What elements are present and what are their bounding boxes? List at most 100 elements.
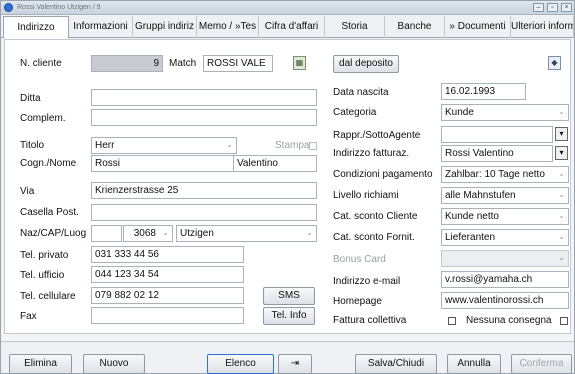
tel-info-button[interactable]: Tel. Info: [263, 307, 315, 325]
tel-ufficio-field[interactable]: 044 123 34 54: [91, 266, 244, 283]
sconto-cliente-label: Cat. sconto Cliente: [333, 211, 418, 222]
via-field[interactable]: Krienzerstrasse 25: [91, 182, 317, 199]
address-form: N. cliente 9 Match ROSSI VALE ▦ Ditta Co…: [4, 39, 571, 334]
rappr-sottoagente-label: Rappr./SottoAgente: [333, 130, 421, 141]
homepage-label: Homepage: [333, 296, 382, 307]
map-icon[interactable]: ▦: [293, 56, 306, 70]
luogo-select[interactable]: Utzigen ⌄: [176, 225, 317, 242]
tab-gruppi-indirizzi[interactable]: Gruppi indiriz: [133, 16, 197, 38]
categoria-select[interactable]: Kunde ⌄: [441, 104, 569, 121]
title-bar[interactable]: Rossi Valentino Utzigen / 9 – ▫ ×: [1, 1, 574, 15]
tab-storia[interactable]: Storia: [325, 16, 385, 38]
cap-select[interactable]: 3068 ⌄: [123, 225, 173, 242]
data-nascita-field[interactable]: 16.02.1993: [441, 83, 526, 100]
nome-field[interactable]: Valentino: [233, 155, 317, 172]
n-cliente-label: N. cliente: [20, 58, 62, 69]
tab-banche[interactable]: Banche: [385, 16, 445, 38]
chevron-down-icon: ⌄: [558, 171, 565, 178]
sconto-fornitore-value: Lieferanten: [445, 232, 496, 243]
luogo-value: Utzigen: [180, 228, 214, 239]
dal-deposito-button[interactable]: dal deposito: [333, 55, 399, 73]
tel-cellulare-field[interactable]: 079 882 02 12: [91, 287, 244, 304]
sconto-cliente-select[interactable]: Kunde netto ⌄: [441, 208, 569, 225]
fax-field[interactable]: [91, 307, 244, 324]
chevron-down-icon: ⌄: [558, 255, 565, 262]
dropdown-box-icon[interactable]: ▾: [555, 146, 568, 160]
cap-value: 3068: [133, 228, 156, 239]
nazione-field[interactable]: [91, 225, 122, 242]
dropdown-box-icon[interactable]: ▾: [555, 127, 568, 141]
email-field[interactable]: v.rossi@yamaha.ch: [441, 271, 569, 288]
sconto-fornitore-label: Cat. sconto Fornit.: [333, 232, 415, 243]
stampa-checkbox[interactable]: [309, 142, 317, 150]
tab-indirizzo[interactable]: Indirizzo: [3, 16, 69, 39]
chevron-down-icon: ⌄: [226, 142, 233, 149]
application-window: Rossi Valentino Utzigen / 9 – ▫ × Indiri…: [0, 0, 575, 374]
bonus-card-select[interactable]: ⌄: [441, 250, 569, 267]
tel-privato-field[interactable]: 031 333 44 56: [91, 246, 244, 263]
tag-icon[interactable]: ◆: [548, 56, 561, 70]
elimina-button[interactable]: Elimina: [9, 354, 72, 374]
sconto-fornitore-select[interactable]: Lieferanten ⌄: [441, 229, 569, 246]
chevron-down-icon: ⌄: [306, 230, 313, 237]
livello-richiami-value: alle Mahnstufen: [445, 190, 516, 201]
nessuna-consegna-checkbox[interactable]: [560, 317, 568, 325]
fax-label: Fax: [20, 311, 37, 322]
tab-ulteriori-informazioni[interactable]: Ulteriori inform: [511, 16, 574, 38]
n-cliente-field[interactable]: 9: [91, 55, 163, 72]
cognome-nome-label: Cogn./Nome: [20, 158, 77, 169]
ditta-field[interactable]: [91, 89, 317, 106]
pin-button[interactable]: ⇥: [278, 354, 312, 374]
elenco-button[interactable]: Elenco: [207, 354, 274, 374]
sconto-cliente-value: Kunde netto: [445, 211, 499, 222]
complem-label: Complem.: [20, 113, 66, 124]
titolo-label: Titolo: [20, 140, 45, 151]
salva-chiudi-button[interactable]: Salva/Chiudi: [355, 354, 437, 374]
indirizzo-fatturazione-label: Indirizzo fatturaz.: [333, 148, 410, 159]
chevron-down-icon: ⌄: [162, 230, 169, 237]
condizioni-pagamento-select[interactable]: Zahlbar: 10 Tage netto ⌄: [441, 166, 569, 183]
match-field[interactable]: ROSSI VALE: [203, 55, 273, 72]
titolo-value: Herr: [95, 140, 115, 151]
minimize-icon[interactable]: –: [533, 3, 544, 12]
close-icon[interactable]: ×: [561, 3, 572, 12]
nessuna-consegna-label: Nessuna consegna: [466, 315, 552, 326]
match-label: Match: [169, 58, 197, 69]
tab-documenti[interactable]: » Documenti: [445, 16, 511, 38]
button-bar: Elimina Nuovo Elenco ⇥ Salva/Chiudi Annu…: [1, 341, 574, 374]
condizioni-pagamento-label: Condizioni pagamento: [333, 169, 433, 180]
indirizzo-fatturazione-field[interactable]: Rossi Valentino: [441, 145, 553, 162]
chevron-down-icon: ⌄: [558, 213, 565, 220]
conferma-button[interactable]: Conferma: [511, 354, 572, 374]
nuovo-button[interactable]: Nuovo: [83, 354, 145, 374]
categoria-label: Categoria: [333, 107, 377, 118]
livello-richiami-select[interactable]: alle Mahnstufen ⌄: [441, 187, 569, 204]
annulla-button[interactable]: Annulla: [447, 354, 501, 374]
rappr-sottoagente-field[interactable]: [441, 126, 553, 143]
fattura-collettiva-checkbox[interactable]: [448, 317, 456, 325]
chevron-down-icon: ⌄: [558, 192, 565, 199]
casella-postale-field[interactable]: [91, 204, 317, 221]
window-title: Rossi Valentino Utzigen / 9: [17, 4, 101, 11]
complem-field[interactable]: [91, 109, 317, 126]
stampa-label: Stampa: [275, 140, 310, 151]
fattura-collettiva-label: Fattura collettiva: [333, 315, 407, 326]
tab-informazioni[interactable]: Informazioni: [69, 16, 133, 38]
maximize-icon[interactable]: ▫: [547, 3, 558, 12]
chevron-down-icon: ⌄: [558, 234, 565, 241]
tel-ufficio-label: Tel. ufficio: [20, 270, 65, 281]
sms-button[interactable]: SMS: [263, 287, 315, 305]
app-icon: [4, 3, 13, 12]
tel-privato-label: Tel. privato: [20, 250, 69, 261]
titolo-select[interactable]: Herr ⌄: [91, 137, 237, 154]
via-label: Via: [20, 186, 35, 197]
tab-memo[interactable]: Memo / »Tes: [197, 16, 259, 38]
condizioni-pagamento-value: Zahlbar: 10 Tage netto: [445, 169, 545, 180]
livello-richiami-label: Livello richiami: [333, 190, 399, 201]
chevron-down-icon: ⌄: [558, 109, 565, 116]
tel-cellulare-label: Tel. cellulare: [20, 291, 76, 302]
homepage-field[interactable]: www.valentinorossi.ch: [441, 292, 569, 309]
categoria-value: Kunde: [445, 107, 474, 118]
tab-cifra-affari[interactable]: Cifra d'affari: [259, 16, 325, 38]
cognome-field[interactable]: Rossi: [91, 155, 234, 172]
